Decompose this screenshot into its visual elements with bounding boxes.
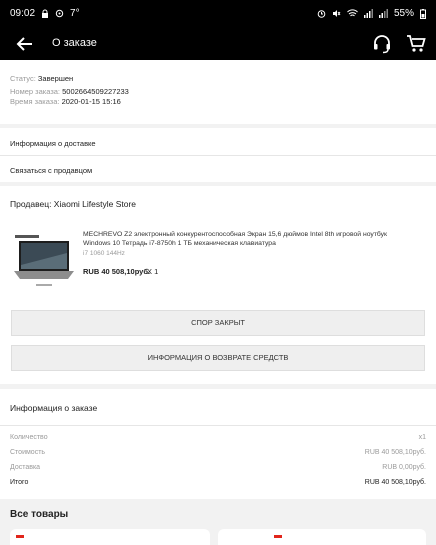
alarm-icon bbox=[317, 10, 326, 18]
signal-icon-2 bbox=[378, 9, 388, 18]
product-thumbnail[interactable] bbox=[10, 229, 78, 291]
links-card: Информация о доставке Связаться с продав… bbox=[0, 128, 436, 182]
status-value: Завершен bbox=[37, 74, 74, 83]
product-spec: i7 1060 144Hz bbox=[83, 250, 125, 257]
mute-icon bbox=[332, 10, 341, 17]
summary-label: Итого bbox=[10, 479, 29, 486]
status-time: 09:02 bbox=[10, 8, 36, 19]
order-time-value: 2020-01-15 15:16 bbox=[61, 97, 121, 106]
tile-accent bbox=[16, 535, 24, 538]
divider bbox=[0, 155, 436, 156]
refund-info-button[interactable]: ИНФОРМАЦИЯ О ВОЗВРАТЕ СРЕДСТВ bbox=[11, 345, 425, 371]
signal-icon bbox=[363, 9, 373, 18]
order-number-value: 5002664509227233 bbox=[62, 87, 129, 96]
cart-icon[interactable] bbox=[406, 34, 426, 54]
tile-accent bbox=[274, 535, 282, 538]
summary-value: RUB 40 508,10руб. bbox=[364, 449, 426, 456]
status-bar: 09:02 7° 55% bbox=[0, 0, 436, 28]
battery-icon bbox=[420, 8, 426, 19]
product-title[interactable]: MECHREVO Z2 электронный конкурентоспособ… bbox=[83, 230, 413, 248]
contact-seller-link[interactable]: Связаться с продавцом bbox=[10, 166, 92, 175]
product-tile[interactable] bbox=[10, 529, 210, 545]
summary-label: Количество bbox=[10, 434, 48, 441]
status-temperature: 7° bbox=[70, 8, 80, 19]
order-number-label: Номер заказа: bbox=[10, 87, 61, 96]
back-arrow-icon[interactable] bbox=[16, 35, 34, 53]
order-time-label: Время заказа: bbox=[10, 97, 60, 106]
lock-icon bbox=[42, 9, 49, 18]
product-price: RUB 40 508,10руб. bbox=[83, 267, 151, 276]
summary-label: Доставка bbox=[10, 464, 41, 471]
order-info-card: Статус: Завершен Номер заказа: 500266450… bbox=[0, 60, 436, 124]
seller-label[interactable]: Продавец: Xiaomi Lifestyle Store bbox=[10, 199, 136, 209]
delivery-info-link[interactable]: Информация о доставке bbox=[10, 139, 96, 148]
app-bar: О заказе bbox=[0, 28, 436, 60]
battery-level: 55% bbox=[393, 8, 414, 19]
product-tile[interactable] bbox=[218, 529, 426, 545]
summary-value: RUB 40 508,10руб. bbox=[364, 479, 426, 486]
summary-label: Стоимость bbox=[10, 449, 46, 456]
divider bbox=[0, 425, 436, 426]
product-quantity: X 1 bbox=[147, 267, 159, 276]
settings-icon bbox=[55, 9, 64, 18]
all-products-title: Все товары bbox=[10, 509, 69, 520]
summary-title: Информация о заказе bbox=[10, 403, 98, 413]
dispute-closed-button[interactable]: СПОР ЗАКРЫТ bbox=[11, 310, 425, 336]
wifi-icon bbox=[347, 9, 358, 17]
page-title: О заказе bbox=[52, 37, 97, 49]
summary-value: RUB 0,00руб. bbox=[382, 464, 426, 471]
summary-value: x1 bbox=[418, 434, 426, 441]
headset-icon[interactable] bbox=[372, 34, 392, 54]
status-label: Статус: bbox=[10, 74, 36, 83]
